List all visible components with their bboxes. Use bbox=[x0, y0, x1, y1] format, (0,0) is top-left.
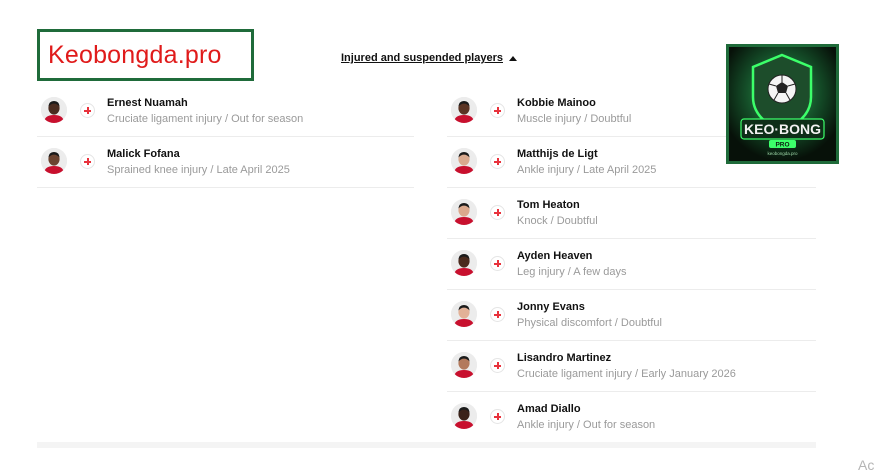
watermark-banner: Keobongda.pro bbox=[37, 29, 254, 81]
player-row[interactable]: Ayden Heaven Leg injury / A few days bbox=[447, 239, 816, 290]
red-cross-icon bbox=[491, 206, 504, 219]
player-name[interactable]: Kobbie Mainoo bbox=[517, 97, 596, 109]
logo-wordmark: KEO·BONG bbox=[744, 121, 821, 137]
player-name[interactable]: Malick Fofana bbox=[107, 148, 180, 160]
player-row[interactable]: Jonny Evans Physical discomfort / Doubtfu… bbox=[447, 290, 816, 341]
red-cross-icon bbox=[491, 308, 504, 321]
player-avatar bbox=[451, 301, 477, 327]
keobong-logo-graphic: KEO·BONG PRO keobongda.pro bbox=[729, 47, 836, 161]
player-avatar bbox=[41, 97, 67, 123]
player-row[interactable]: Amad Diallo Ankle injury / Out for season bbox=[447, 392, 816, 443]
player-injury-status: Ankle injury / Late April 2025 bbox=[517, 164, 657, 176]
player-injury-status: Knock / Doubtful bbox=[517, 215, 598, 227]
player-name[interactable]: Ernest Nuamah bbox=[107, 97, 188, 109]
player-injury-status: Ankle injury / Out for season bbox=[517, 419, 656, 431]
player-avatar bbox=[451, 250, 477, 276]
player-injury-status: Leg injury / A few days bbox=[517, 266, 627, 278]
player-name[interactable]: Amad Diallo bbox=[517, 403, 581, 415]
logo-subtext: PRO bbox=[775, 142, 789, 149]
player-name[interactable]: Matthijs de Ligt bbox=[517, 148, 598, 160]
red-cross-icon bbox=[491, 410, 504, 423]
player-injury-status: Sprained knee injury / Late April 2025 bbox=[107, 164, 290, 176]
corner-ad-text: Ac bbox=[858, 457, 875, 473]
player-name[interactable]: Jonny Evans bbox=[517, 301, 585, 313]
keobong-logo: KEO·BONG PRO keobongda.pro bbox=[726, 44, 839, 164]
red-cross-icon bbox=[81, 104, 94, 117]
red-cross-icon bbox=[491, 359, 504, 372]
player-avatar bbox=[451, 199, 477, 225]
player-avatar bbox=[451, 97, 477, 123]
player-name[interactable]: Ayden Heaven bbox=[517, 250, 592, 262]
injured-list-left: Ernest Nuamah Cruciate ligament injury / … bbox=[37, 86, 414, 188]
player-row[interactable]: Ernest Nuamah Cruciate ligament injury / … bbox=[37, 86, 414, 137]
logo-url: keobongda.pro bbox=[767, 151, 798, 156]
player-row[interactable]: Lisandro Martinez Cruciate ligament injur… bbox=[447, 341, 816, 392]
player-name[interactable]: Lisandro Martinez bbox=[517, 352, 611, 364]
player-name[interactable]: Tom Heaton bbox=[517, 199, 580, 211]
injured-suspended-toggle[interactable]: Injured and suspended players bbox=[341, 52, 517, 64]
player-avatar bbox=[451, 148, 477, 174]
player-injury-status: Physical discomfort / Doubtful bbox=[517, 317, 662, 329]
player-injury-status: Muscle injury / Doubtful bbox=[517, 113, 632, 125]
player-injury-status: Cruciate ligament injury / Early January… bbox=[517, 368, 736, 380]
player-row[interactable]: Tom Heaton Knock / Doubtful bbox=[447, 188, 816, 239]
watermark-text: Keobongda.pro bbox=[48, 40, 222, 69]
section-title: Injured and suspended players bbox=[341, 52, 503, 64]
player-avatar bbox=[451, 403, 477, 429]
player-injury-status: Cruciate ligament injury / Out for seaso… bbox=[107, 113, 304, 125]
player-avatar bbox=[41, 148, 67, 174]
caret-up-icon bbox=[509, 55, 517, 61]
player-row[interactable]: Malick Fofana Sprained knee injury / Late… bbox=[37, 137, 414, 188]
red-cross-icon bbox=[81, 155, 94, 168]
red-cross-icon bbox=[491, 257, 504, 270]
red-cross-icon bbox=[491, 155, 504, 168]
section-bottom-divider bbox=[37, 442, 816, 448]
red-cross-icon bbox=[491, 104, 504, 117]
player-avatar bbox=[451, 352, 477, 378]
